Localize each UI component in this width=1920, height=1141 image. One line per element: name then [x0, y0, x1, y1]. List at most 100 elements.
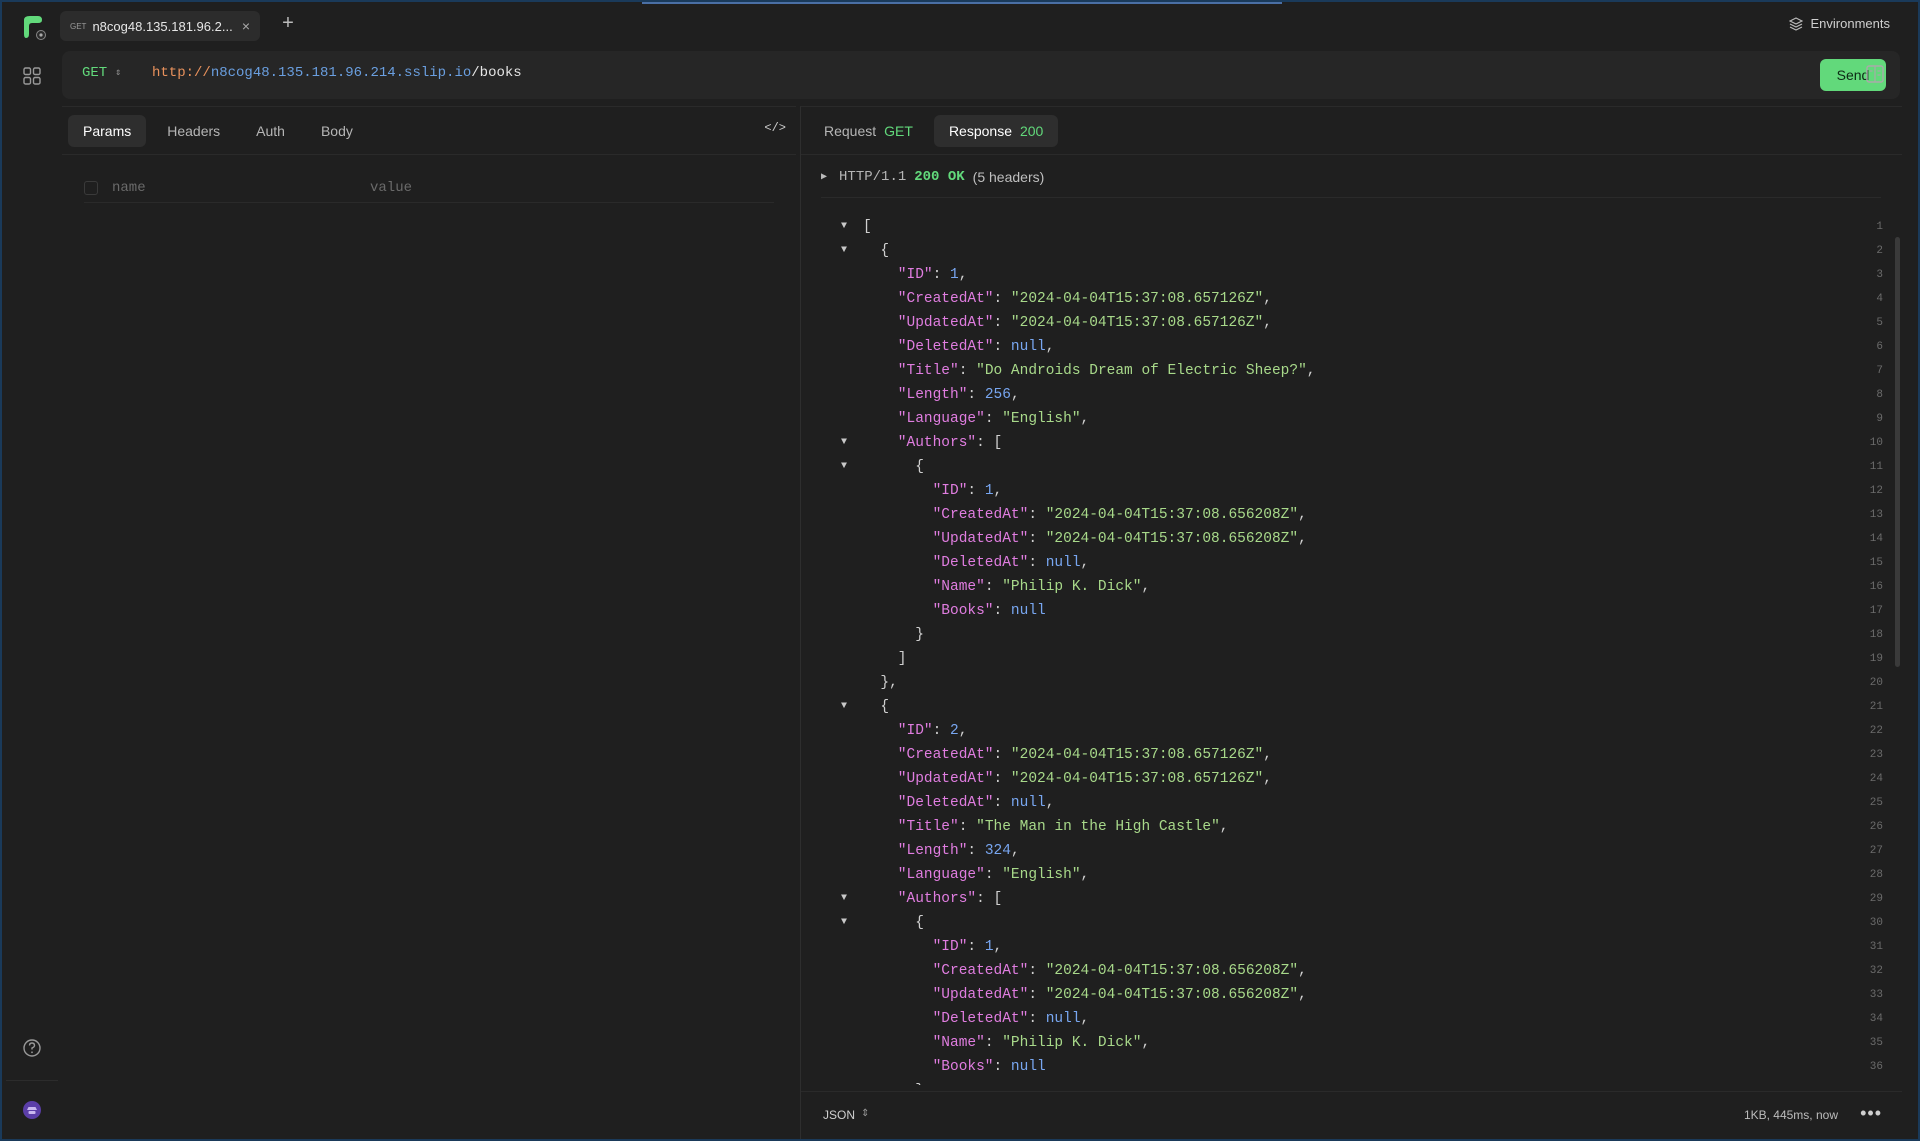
code-line: "UpdatedAt": "2024-04-04T15:37:08.657126… [801, 767, 1891, 791]
format-selector[interactable]: JSON ⇕ [823, 1108, 869, 1122]
json-colon: : [967, 483, 985, 499]
code-line: "CreatedAt": "2024-04-04T15:37:08.656208… [801, 959, 1891, 983]
json-colon: : [967, 843, 985, 859]
http-status-line[interactable]: ▶ HTTP/1.1 200 OK (5 headers) [821, 169, 1881, 198]
code-text: } [915, 623, 924, 647]
code-text: "DeletedAt": null, [933, 1007, 1090, 1031]
line-number: 26 [1869, 821, 1883, 833]
request-tab[interactable]: GET n8cog48.135.181.96.2... × [60, 11, 260, 41]
json-colon: : [1028, 531, 1046, 547]
json-value: { [915, 915, 924, 931]
line-number: 28 [1869, 869, 1883, 881]
json-key: "DeletedAt" [897, 339, 994, 355]
json-colon: : [984, 411, 1003, 427]
line-number: 30 [1869, 917, 1883, 929]
url-bar: GET ⇕ http://n8cog48.135.181.96.214.ssli… [62, 51, 1900, 99]
line-number: 2 [1876, 245, 1883, 257]
fold-arrow-icon[interactable]: ▼ [841, 239, 853, 263]
line-number: 12 [1869, 485, 1883, 497]
param-value-input[interactable]: value [370, 180, 412, 196]
new-tab-button[interactable]: + [274, 12, 302, 35]
more-options-icon[interactable]: ••• [1860, 1103, 1882, 1124]
code-text: "Length": 324, [898, 839, 1020, 863]
line-number: 4 [1876, 293, 1883, 305]
json-key: "Length" [897, 843, 968, 859]
line-number: 23 [1869, 749, 1883, 761]
json-value: ] [897, 651, 907, 667]
code-line: "Name": "Philip K. Dick", 35 [801, 1031, 1891, 1055]
fold-arrow-icon[interactable]: ▼ [841, 911, 853, 935]
code-text: "Books": null [933, 1055, 1046, 1079]
tab-headers[interactable]: Headers [152, 115, 235, 147]
layers-icon [1788, 16, 1803, 31]
tab-method-label: GET [70, 21, 87, 31]
grid-icon[interactable] [22, 66, 42, 86]
method-selector[interactable]: GET ⇕ [82, 65, 121, 81]
line-number: 32 [1869, 965, 1883, 977]
line-number: 33 [1869, 989, 1883, 1001]
fold-arrow-icon[interactable]: ▼ [841, 695, 853, 719]
layout-toggle-icon[interactable] [1864, 63, 1886, 85]
json-value: { [915, 459, 924, 475]
environments-label: Environments [1810, 16, 1890, 31]
json-value: "2024-04-04T15:37:08.657126Z" [1010, 747, 1264, 763]
code-text: } [915, 1079, 924, 1085]
json-colon: : [993, 747, 1011, 763]
json-value: "Philip K. Dick" [1002, 1035, 1142, 1051]
param-row: name value [84, 173, 774, 203]
code-text: "Language": "English", [898, 863, 1089, 887]
http-status: 200 OK [914, 169, 965, 185]
code-text: "Name": "Philip K. Dick", [933, 1031, 1151, 1055]
tab-params[interactable]: Params [68, 114, 147, 147]
json-key: "CreatedAt" [932, 507, 1029, 523]
response-body[interactable]: ▼ [1 ▼ {2 "ID": 1, 3 "CreatedAt": "2024-04-04T… [801, 215, 1891, 1085]
close-icon[interactable]: × [242, 18, 250, 34]
line-number: 35 [1869, 1037, 1883, 1049]
code-view-icon[interactable]: </> [764, 121, 786, 135]
line-number: 1 [1876, 221, 1883, 233]
code-text: "CreatedAt": "2024-04-04T15:37:08.656208… [933, 503, 1307, 527]
line-number: 25 [1869, 797, 1883, 809]
code-line: "Length": 256, 8 [801, 383, 1891, 407]
line-number: 21 [1869, 701, 1883, 713]
json-value: } [915, 1083, 924, 1085]
help-icon[interactable] [22, 1038, 42, 1058]
param-name-input[interactable]: name [112, 180, 370, 196]
url-input[interactable]: http://n8cog48.135.181.96.214.sslip.io/b… [152, 65, 522, 81]
json-value: [ [863, 219, 872, 235]
fold-arrow-icon[interactable]: ▼ [841, 431, 853, 455]
json-comma: , [1045, 339, 1055, 355]
json-colon: : [958, 363, 977, 379]
json-key: "CreatedAt" [897, 291, 994, 307]
json-value: "The Man in the High Castle" [976, 819, 1220, 835]
code-text: "ID": 2, [898, 719, 968, 743]
code-line: ] 19 [801, 647, 1891, 671]
json-value: null [1045, 1011, 1081, 1027]
json-key: "ID" [897, 723, 933, 739]
user-avatar-icon[interactable] [22, 1100, 42, 1120]
fold-arrow-icon[interactable]: ▼ [841, 455, 853, 479]
json-colon: : [993, 771, 1011, 787]
code-text: "Authors": [ [898, 431, 1002, 455]
json-value: "2024-04-04T15:37:08.657126Z" [1010, 291, 1264, 307]
param-enable-checkbox[interactable] [84, 180, 98, 195]
code-text: "Length": 256, [898, 383, 1020, 407]
app-window: GET n8cog48.135.181.96.2... × + Environm… [0, 0, 1920, 1141]
expand-arrow-icon[interactable]: ▶ [821, 171, 827, 183]
code-line: } 37 [801, 1079, 1891, 1085]
tab-body[interactable]: Body [306, 115, 368, 147]
json-comma: , [1080, 1011, 1090, 1027]
fold-arrow-icon[interactable]: ▼ [841, 215, 853, 239]
tab-auth[interactable]: Auth [241, 115, 300, 147]
json-value: 1 [984, 939, 994, 955]
response-scrollbar[interactable] [1895, 237, 1900, 667]
fold-arrow-icon[interactable]: ▼ [841, 887, 853, 911]
code-line: "ID": 1, 3 [801, 263, 1891, 287]
tab-request[interactable]: Request GET [809, 115, 928, 147]
json-comma: , [1298, 507, 1307, 523]
environments-button[interactable]: Environments [1788, 16, 1890, 31]
json-value: } [880, 675, 890, 691]
tab-response[interactable]: Response 200 [933, 114, 1059, 147]
json-value: null [1010, 339, 1046, 355]
code-text: "UpdatedAt": "2024-04-04T15:37:08.657126… [898, 767, 1272, 791]
